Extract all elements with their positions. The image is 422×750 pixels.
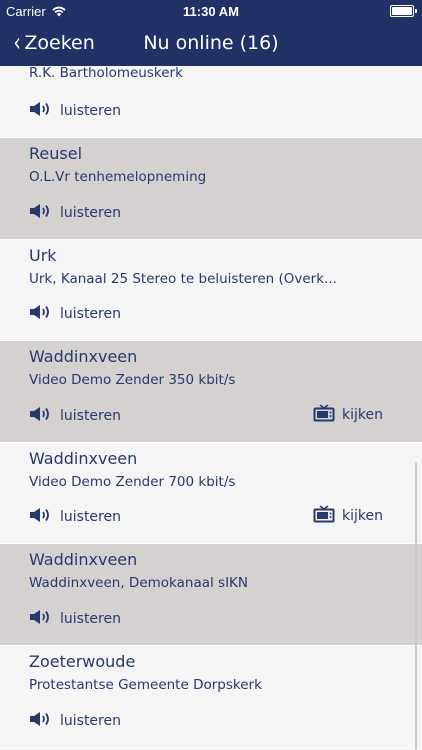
listen-label: luisteren: [60, 712, 121, 729]
listen-label: luisteren: [60, 509, 121, 526]
speaker-icon: [29, 406, 53, 426]
watch-button[interactable]: kijken: [313, 505, 383, 527]
listen-label: luisteren: [60, 103, 121, 119]
station-name: Reusel: [29, 144, 83, 163]
tv-icon: [313, 404, 335, 426]
listen-label: luisteren: [60, 204, 121, 221]
speaker-icon: [29, 101, 53, 121]
listen-button[interactable]: luisteren: [29, 203, 121, 223]
station-list: R.K. Bartholomeuskerk luisteren Reusel O…: [0, 65, 422, 748]
station-name: Waddinxveen: [29, 347, 138, 367]
clock: 11:30 AM: [183, 4, 239, 19]
listen-button[interactable]: luisteren: [29, 609, 121, 629]
navigation-bar: Carrier 11:30 AM ‹ Zoeken Nu online (16): [0, 0, 422, 66]
list-item[interactable]: Waddinxveen Video Demo Zender 700 kbit/s…: [0, 443, 422, 545]
tv-icon: [313, 505, 335, 527]
list-item[interactable]: R.K. Bartholomeuskerk luisteren: [0, 65, 422, 138]
watch-label: kijken: [342, 508, 383, 525]
listen-button[interactable]: luisteren: [29, 507, 121, 527]
list-item[interactable]: Zoeterwoude Protestantse Gemeente Dorpsk…: [0, 646, 422, 748]
battery-icon: [390, 5, 417, 17]
station-description: Urk, Kanaal 25 Stereo te beluisteren (Ov…: [29, 270, 337, 287]
list-item[interactable]: Waddinxveen Waddinxveen, Demokanaal sIKN…: [0, 544, 422, 646]
station-description: Video Demo Zender 700 kbit/s: [29, 473, 236, 490]
speaker-icon: [29, 304, 53, 324]
status-bar: Carrier 11:30 AM: [0, 4, 422, 20]
watch-button[interactable]: kijken: [313, 404, 383, 426]
list-item[interactable]: Reusel O.L.Vr tenhemelopneming luisteren: [0, 138, 422, 240]
speaker-icon: [29, 711, 53, 731]
listen-button[interactable]: luisteren: [29, 711, 121, 731]
station-name: Waddinxveen: [29, 448, 138, 468]
speaker-icon: [29, 507, 53, 527]
station-description: Waddinxveen, Demokanaal sIKN: [29, 575, 249, 592]
listen-button[interactable]: luisteren: [29, 304, 121, 324]
listen-label: luisteren: [60, 610, 121, 627]
listen-button[interactable]: luisteren: [29, 406, 121, 426]
station-description: Video Demo Zender 350 kbit/s: [29, 372, 236, 389]
list-item[interactable]: Urk Urk, Kanaal 25 Stereo te beluisteren…: [0, 240, 422, 342]
station-name: Urk: [29, 245, 57, 265]
station-name: Zoeterwoude: [29, 651, 136, 671]
station-description: O.L.Vr tenhemelopneming: [29, 169, 207, 185]
list-item[interactable]: Waddinxveen Video Demo Zender 350 kbit/s…: [0, 341, 422, 443]
station-name: Waddinxveen: [29, 550, 138, 570]
watch-label: kijken: [342, 406, 383, 423]
station-description: R.K. Bartholomeuskerk: [29, 65, 183, 81]
station-description: Protestantse Gemeente Dorpskerk: [29, 676, 262, 693]
speaker-icon: [29, 203, 53, 223]
speaker-icon: [29, 609, 53, 629]
listen-label: luisteren: [60, 306, 121, 323]
listen-button[interactable]: luisteren: [29, 101, 121, 121]
scrollbar[interactable]: [415, 462, 417, 750]
page-title: Nu online (16): [143, 32, 279, 54]
listen-label: luisteren: [60, 407, 121, 424]
